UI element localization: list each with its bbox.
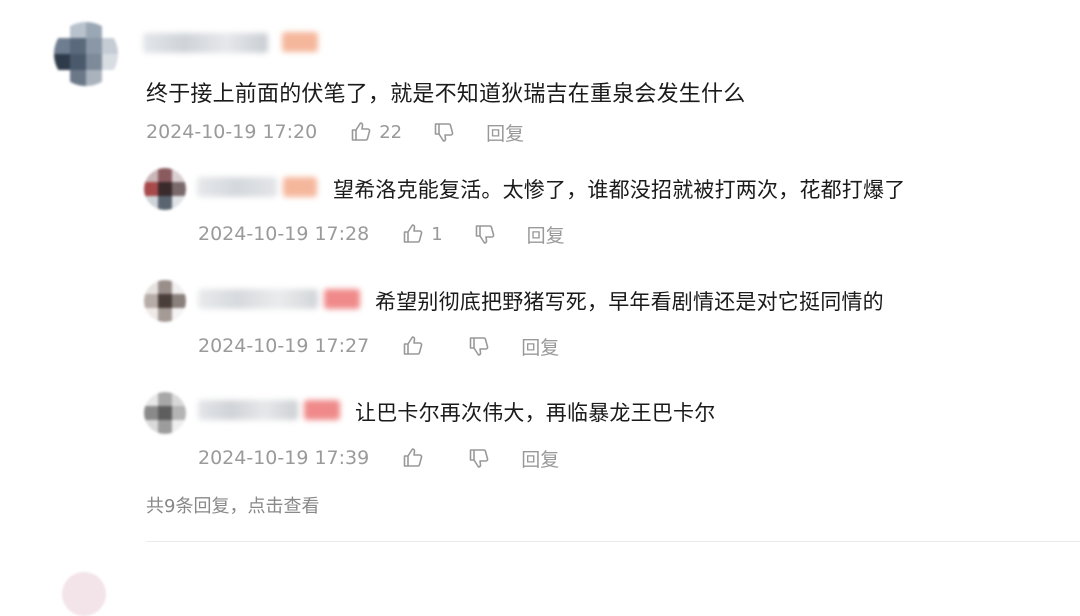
like-button[interactable] [401,446,431,470]
avatar-pixel [144,406,158,420]
reply-time: 2024-10-19 17:27 [198,335,370,357]
avatar-pixel [70,70,86,86]
username[interactable] [143,33,268,53]
avatar-pixel [70,54,86,70]
avatar-pixel [54,22,70,38]
comment-time: 2024-10-19 17:20 [146,121,318,143]
reply-button[interactable]: 回复 [486,119,524,146]
avatar-pixel [172,182,186,196]
thumbs-up-icon [349,120,373,144]
avatar-pixel [158,168,172,182]
username[interactable] [198,289,318,309]
username[interactable] [197,177,277,197]
thumbs-down-icon [467,446,491,470]
avatar-pixel [54,54,70,70]
avatar-pixel [70,22,86,38]
avatar[interactable] [144,168,186,210]
avatar-pixel [158,294,172,308]
reply-time: 2024-10-19 17:28 [198,223,370,245]
avatar-pixel [172,420,186,434]
avatar[interactable] [144,280,186,322]
username-badge [304,400,340,420]
reply-meta: 2024-10-19 17:28 1 回复 [198,221,565,247]
reply-meta: 2024-10-19 17:39 回复 [198,445,559,471]
avatar-pixel [102,70,118,86]
username-badge [282,32,318,52]
avatar-pixel [144,168,158,182]
avatar-pixel [158,392,172,406]
like-count: 1 [431,223,443,245]
avatar-pixel [172,392,186,406]
thumbs-up-icon [401,222,425,246]
avatar-pixel [144,308,158,322]
username-badge [324,289,360,309]
avatar[interactable] [62,572,106,616]
avatar-pixel [144,294,158,308]
view-more-replies-link[interactable]: 共9条回复，点击查看 [146,492,319,518]
avatar-pixel [158,420,172,434]
avatar-pixel [172,168,186,182]
dislike-button[interactable] [467,334,491,358]
avatar-pixel [54,38,70,54]
thumbs-down-icon [467,334,491,358]
avatar[interactable] [54,22,118,86]
avatar-pixel [172,196,186,210]
avatar-pixel [70,38,86,54]
dislike-button[interactable] [467,446,491,470]
reply-button[interactable]: 回复 [527,221,565,248]
like-button[interactable]: 1 [401,222,443,246]
avatar-pixel [144,196,158,210]
avatar-pixel [158,280,172,294]
comment-text: 终于接上前面的伏笔了，就是不知道狄瑞吉在重泉会发生什么 [146,82,746,107]
avatar-pixel [144,392,158,406]
username[interactable] [198,400,298,420]
avatar-pixel [172,280,186,294]
reply-meta: 2024-10-19 17:27 回复 [198,333,559,359]
reply-button[interactable]: 回复 [521,445,559,472]
avatar-pixel [158,406,172,420]
avatar-pixel [172,308,186,322]
thumbs-up-icon [401,334,425,358]
reply-text: 望希洛克能复活。太惨了，谁都没招就被打两次，花都打爆了 [333,178,906,202]
avatar-pixel [158,196,172,210]
avatar-pixel [144,280,158,294]
avatar-pixel [102,54,118,70]
avatar-pixel [102,38,118,54]
reply-text: 让巴卡尔再次伟大，再临暴龙王巴卡尔 [355,401,716,425]
avatar-pixel [102,22,118,38]
avatar-pixel [158,308,172,322]
avatar-pixel [172,406,186,420]
like-button[interactable] [401,334,431,358]
reply-time: 2024-10-19 17:39 [198,447,370,469]
avatar-pixel [144,182,158,196]
comment-meta: 2024-10-19 17:20 22 回复 [146,119,524,145]
avatar-pixel [144,420,158,434]
like-button[interactable]: 22 [349,120,402,144]
dislike-button[interactable] [432,120,456,144]
avatar-pixel [86,22,102,38]
like-count: 22 [379,121,403,143]
thumbs-down-icon [473,222,497,246]
avatar[interactable] [144,392,186,434]
thumbs-up-icon [401,446,425,470]
avatar-pixel [158,182,172,196]
avatar-pixel [86,70,102,86]
avatar-pixel [86,38,102,54]
reply-text: 希望别彻底把野猪写死，早年看剧情还是对它挺同情的 [375,290,884,314]
reply-button[interactable]: 回复 [521,333,559,360]
avatar-pixel [86,54,102,70]
thumbs-down-icon [432,120,456,144]
username-badge [283,177,317,197]
divider [146,541,1080,542]
avatar-pixel [172,294,186,308]
avatar-pixel [54,70,70,86]
dislike-button[interactable] [473,222,497,246]
